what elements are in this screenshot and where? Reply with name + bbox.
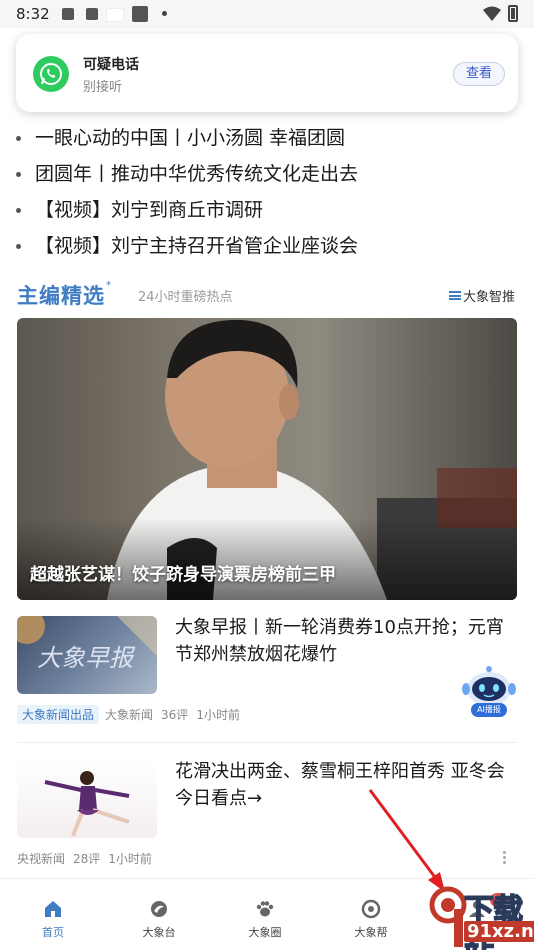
help-icon: [361, 899, 381, 919]
thumbnail-title: 大象早报: [37, 644, 133, 672]
battery-icon: [508, 5, 518, 22]
section-star: *: [106, 280, 111, 291]
comment-count: 28评: [73, 852, 101, 866]
news-time: 1小时前: [196, 708, 240, 722]
headline-text: 【视频】刘宁到商丘市调研: [35, 199, 264, 221]
site-watermark: 下载站 91xz.net: [428, 885, 534, 950]
comment-count: 36评: [161, 708, 189, 722]
smart-push-button[interactable]: 大象智推: [449, 286, 515, 305]
nav-item-circle[interactable]: 大象圈: [212, 879, 318, 950]
menu-lines-icon: [449, 291, 461, 300]
nav-label: 大象台: [142, 926, 176, 939]
headline-text: 一眼心动的中国丨小小汤圆 幸福团圆: [35, 127, 346, 149]
news-source: 央视新闻: [17, 852, 66, 866]
source-tag: 大象新闻出品: [17, 705, 100, 724]
headline-list: 一眼心动的中国丨小小汤圆 幸福团圆 团圆年丨推动中华优秀传统文化走出去 【视频】…: [16, 120, 516, 264]
watermark-logo-icon: [429, 886, 467, 947]
nav-label: 大象圈: [248, 926, 282, 939]
news-meta: 大象新闻出品 大象新闻 36评 1小时前: [17, 705, 248, 724]
section-title: 主编精选: [17, 284, 105, 308]
ai-broadcast-label: AI播报: [471, 703, 507, 717]
carousel-indicator: [423, 590, 493, 600]
hero-caption: 超越张艺谋！饺子跻身导演票房榜前三甲: [30, 565, 336, 585]
headline-item[interactable]: 一眼心动的中国丨小小汤圆 幸福团圆: [16, 120, 516, 156]
headline-text: 团圆年丨推动中华优秀传统文化走出去: [35, 163, 359, 185]
call-title: 可疑电话: [83, 57, 139, 73]
call-notification[interactable]: 可疑电话 别接听 查看: [16, 34, 518, 112]
bullet-icon: [16, 172, 21, 177]
news-thumbnail: 大象早报: [17, 616, 157, 694]
news-title: 大象早报丨新一轮消费券10点开抢；元宵节郑州禁放烟花爆竹: [175, 617, 504, 665]
news-time: 1小时前: [108, 852, 152, 866]
more-options-icon[interactable]: [503, 851, 507, 866]
bullet-icon: [16, 244, 21, 249]
news-source: 大象新闻: [105, 708, 154, 722]
more-notifications-icon: [162, 11, 167, 16]
nav-item-station[interactable]: 大象台: [106, 879, 212, 950]
watermark-url: 91xz.net: [464, 921, 534, 942]
notification-icon: [86, 8, 98, 20]
status-bar: 8:32: [0, 0, 534, 28]
news-meta: 央视新闻 28评 1小时前: [17, 850, 160, 867]
figure-skater-image: [44, 771, 130, 837]
swirl-icon: [151, 901, 167, 917]
headline-item[interactable]: 【视频】刘宁主持召开省管企业座谈会: [16, 228, 516, 264]
ai-broadcast-button[interactable]: AI播报: [461, 665, 517, 721]
view-button[interactable]: 查看: [453, 62, 505, 86]
headline-text: 【视频】刘宁主持召开省管企业座谈会: [35, 235, 359, 257]
call-subtitle: 别接听: [83, 80, 123, 95]
whatsapp-icon: [33, 56, 69, 92]
home-icon: [45, 901, 61, 917]
paw-icon: [256, 901, 274, 917]
hero-carousel[interactable]: 超越张艺谋！饺子跻身导演票房榜前三甲: [17, 318, 517, 600]
notification-icon: [132, 6, 148, 22]
bullet-icon: [16, 208, 21, 213]
news-thumbnail: [17, 760, 157, 838]
nav-item-home[interactable]: 首页: [0, 879, 106, 950]
news-title: 花滑决出两金、蔡雪桐王梓阳首秀 亚冬会今日看点→: [175, 761, 505, 809]
divider: [17, 742, 517, 743]
section-subtitle: 24小时重磅热点: [138, 290, 233, 305]
nav-item-help[interactable]: 大象帮: [318, 879, 424, 950]
smart-push-label: 大象智推: [463, 290, 516, 305]
headline-item[interactable]: 团圆年丨推动中华优秀传统文化走出去: [16, 156, 516, 192]
bullet-icon: [16, 136, 21, 141]
nav-label: 大象帮: [354, 926, 388, 939]
hero-photo: [17, 319, 517, 600]
nav-label: 首页: [42, 926, 64, 939]
notification-icon: [106, 8, 124, 22]
wifi-icon: [483, 6, 501, 21]
notification-icon: [62, 8, 74, 20]
status-time: 8:32: [16, 5, 50, 23]
headline-item[interactable]: 【视频】刘宁到商丘市调研: [16, 192, 516, 228]
